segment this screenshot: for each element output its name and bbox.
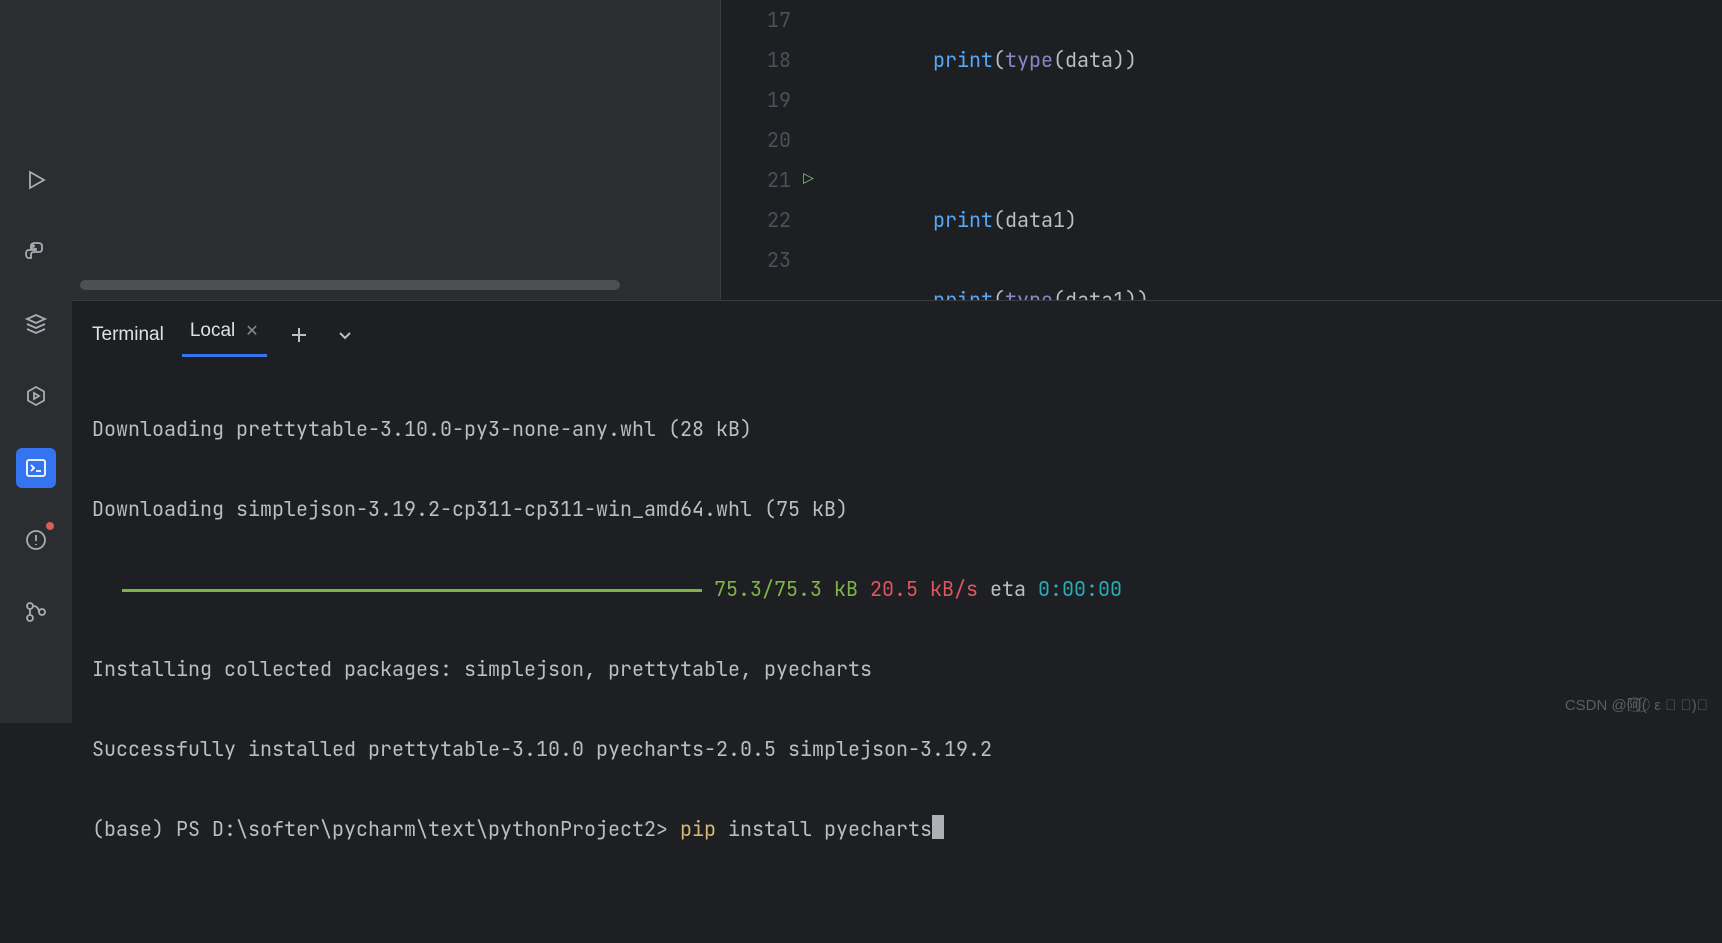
line-gutter: 17 18 19 20 21 22 23 [721, 0, 803, 300]
horizontal-scrollbar[interactable] [80, 280, 620, 290]
new-terminal-icon[interactable] [285, 321, 313, 349]
terminal-line: Installing collected packages: simplejso… [92, 649, 1702, 689]
line-number: 23 [721, 240, 791, 280]
line-number: 17 [721, 0, 791, 40]
services-icon[interactable] [16, 376, 56, 416]
line-number: 19 [721, 80, 791, 120]
terminal-output[interactable]: Downloading prettytable-3.10.0-py3-none-… [72, 355, 1722, 943]
terminal-dropdown-icon[interactable] [331, 321, 359, 349]
activity-bar [0, 0, 72, 723]
terminal-panel: Terminal Local ✕ Downloading prettytable… [72, 300, 1722, 943]
python-console-icon[interactable] [16, 232, 56, 272]
line-number: 20 [721, 120, 791, 160]
line-number: 22 [721, 200, 791, 240]
terminal-tab-local[interactable]: Local ✕ [182, 314, 267, 357]
run-icon[interactable] [16, 160, 56, 200]
problems-icon[interactable] [16, 520, 56, 560]
run-gutter: ▷ [803, 0, 837, 300]
cursor [932, 815, 944, 839]
vcs-icon[interactable] [16, 592, 56, 632]
terminal-title: Terminal [92, 324, 164, 346]
code-content[interactable]: print(type(data)) print(data1) print(typ… [837, 0, 1722, 300]
code-editor[interactable]: 17 18 19 20 21 22 23 ▷ print(type(data))… [720, 0, 1722, 300]
line-number: 21 [721, 160, 791, 200]
watermark: CSDN @阿⃝( ⃝⃝ ε ⃝ ⃝)⃝ [1565, 694, 1708, 715]
line-number: 18 [721, 40, 791, 80]
terminal-line: Successfully installed prettytable-3.10.… [92, 729, 1702, 769]
terminal-prompt-line: (base) PS D:\softer\pycharm\text\pythonP… [92, 809, 1702, 849]
terminal-line: Downloading prettytable-3.10.0-py3-none-… [92, 409, 1702, 449]
run-line-icon[interactable]: ▷ [803, 160, 837, 200]
terminal-icon[interactable] [16, 448, 56, 488]
terminal-line: Downloading simplejson-3.19.2-cp311-cp31… [92, 489, 1702, 529]
packages-icon[interactable] [16, 304, 56, 344]
problems-badge [46, 522, 54, 530]
progress-bar [122, 589, 702, 592]
tool-window-left [72, 0, 720, 300]
terminal-tabbar: Terminal Local ✕ [72, 301, 1722, 355]
terminal-progress-line: 75.3/75.3 kB 20.5 kB/s eta 0:00:00 [92, 569, 1702, 609]
close-tab-icon[interactable]: ✕ [245, 321, 258, 341]
